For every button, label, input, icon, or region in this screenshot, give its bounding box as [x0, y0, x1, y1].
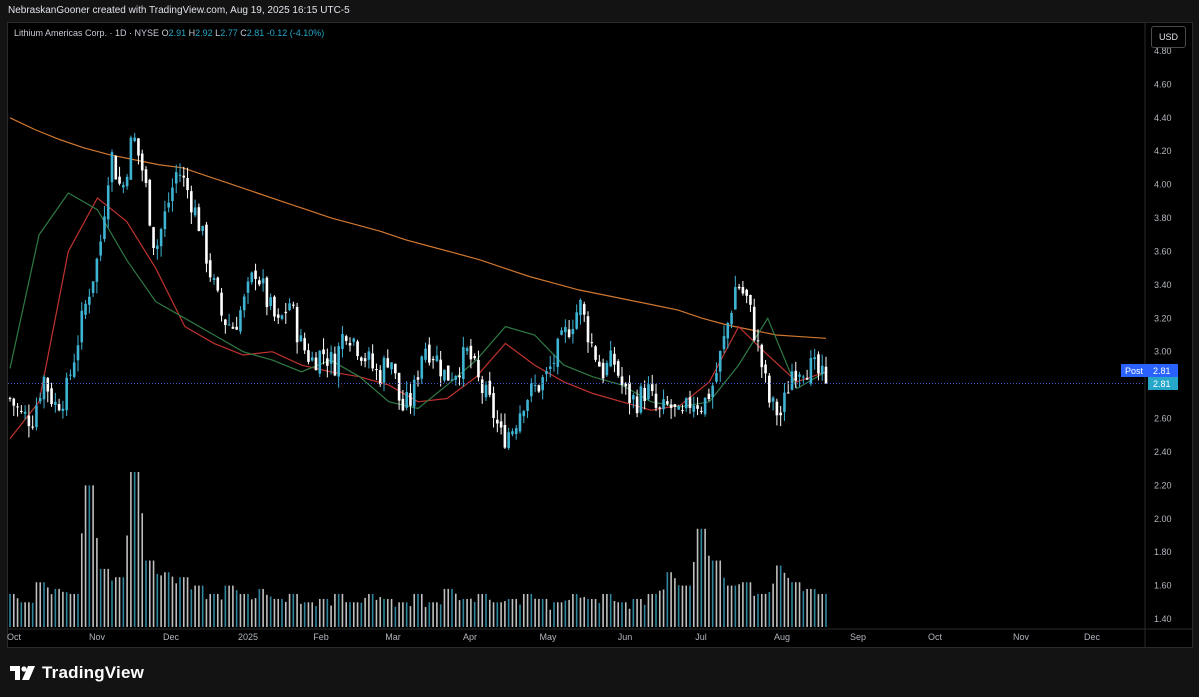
- tradingview-wordmark: TradingView: [42, 663, 145, 682]
- symbol-name: Lithium Americas Corp. · 1D · NYSE: [14, 28, 160, 38]
- high-value: 2.92: [195, 28, 213, 38]
- currency-button[interactable]: USD: [1151, 26, 1186, 48]
- low-value: 2.77: [220, 28, 238, 38]
- caption-bar: NebraskanGooner created with TradingView…: [0, 0, 1199, 22]
- open-label: O: [161, 28, 169, 38]
- close-value: 2.81: [246, 28, 265, 38]
- change-value: -0.12 (-4.10%): [266, 28, 325, 38]
- open-value: 2.91: [168, 28, 187, 38]
- chart-caption: NebraskanGooner created with TradingView…: [8, 5, 350, 16]
- tradingview-logo[interactable]: TradingView: [10, 663, 144, 683]
- chart-pane[interactable]: [7, 22, 1193, 648]
- tradingview-logo-icon: [10, 666, 35, 680]
- footer-bar: [0, 648, 1199, 697]
- symbol-legend[interactable]: Lithium Americas Corp. · 1D · NYSE O2.91…: [14, 28, 324, 38]
